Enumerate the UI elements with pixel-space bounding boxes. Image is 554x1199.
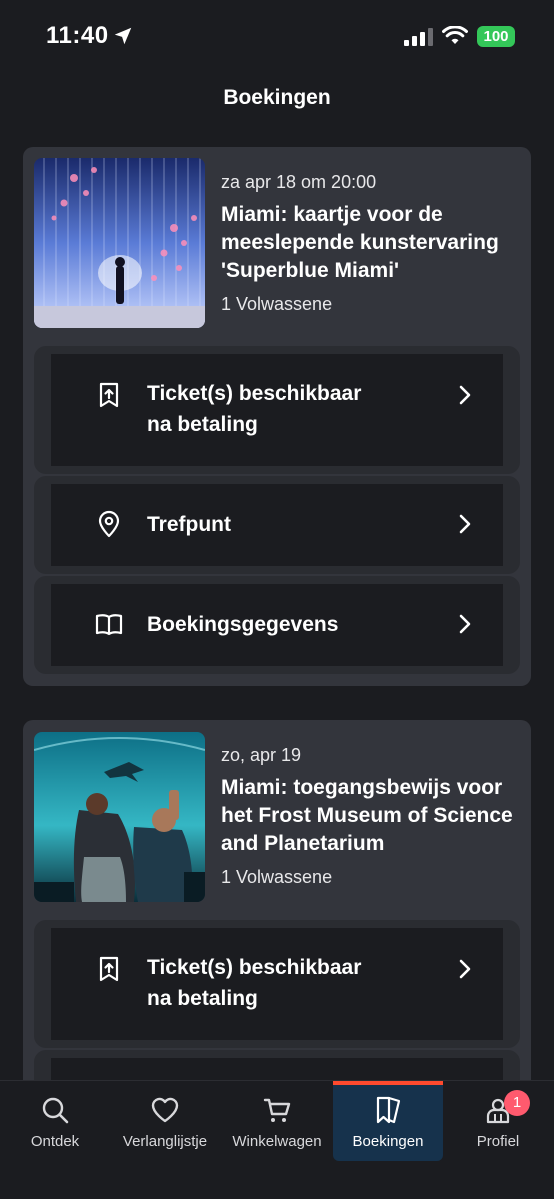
booking-quantity: 1 Volwassene bbox=[221, 294, 333, 314]
ticket-icon bbox=[99, 382, 119, 408]
booking-thumbnail[interactable] bbox=[34, 158, 205, 328]
booking-title[interactable]: Miami: kaartje voor de meeslepende kunst… bbox=[221, 201, 521, 285]
tickets-action[interactable]: Ticket(s) beschikbaar na betaling bbox=[34, 346, 520, 474]
booking-thumbnail[interactable] bbox=[34, 732, 205, 902]
page-title: Boekingen bbox=[223, 86, 331, 109]
booking-quantity: 1 Volwassene bbox=[221, 867, 333, 887]
booking-date: zo, apr 19 bbox=[221, 745, 302, 765]
chevron-right-icon bbox=[459, 514, 471, 534]
battery-indicator: 100 bbox=[477, 26, 515, 47]
tab-boekingen[interactable]: Boekingen bbox=[333, 1081, 443, 1161]
heart-icon bbox=[151, 1097, 179, 1123]
cart-icon bbox=[263, 1098, 291, 1122]
tab-bar: Ontdek Verlanglijstje Winkelwagen Boekin… bbox=[0, 1080, 554, 1199]
booking-details-label: Boekingsgegevens bbox=[147, 613, 339, 636]
bookings-icon bbox=[376, 1096, 401, 1124]
book-icon bbox=[95, 614, 123, 636]
status-time: 11:40 bbox=[46, 22, 109, 49]
notification-badge: 1 bbox=[504, 1090, 530, 1116]
booking-details-action[interactable]: Boekingsgegevens bbox=[34, 576, 520, 674]
tickets-action[interactable]: Ticket(s) beschikbaar na betaling bbox=[34, 920, 520, 1048]
chevron-right-icon bbox=[459, 959, 471, 979]
status-bar: 11:40 100 bbox=[0, 0, 554, 74]
tab-label: Ontdek bbox=[30, 1133, 80, 1150]
search-icon bbox=[42, 1097, 69, 1124]
ticket-icon bbox=[99, 956, 119, 982]
signal-icon bbox=[404, 28, 433, 46]
wifi-icon bbox=[442, 26, 468, 44]
tab-winkelwagen[interactable]: Winkelwagen bbox=[222, 1081, 332, 1161]
active-tab-indicator bbox=[333, 1081, 443, 1085]
tab-label: Boekingen bbox=[352, 1133, 424, 1150]
tab-label: Winkelwagen bbox=[232, 1133, 322, 1150]
meeting-point-label: Trefpunt bbox=[147, 513, 231, 536]
location-pin-icon bbox=[98, 510, 120, 538]
tab-label: Verlanglijstje bbox=[122, 1133, 208, 1150]
tickets-action-label: Ticket(s) beschikbaar na betaling bbox=[147, 382, 362, 436]
booking-card: za apr 18 om 20:00 Miami: kaartje voor d… bbox=[23, 147, 531, 686]
location-arrow-icon bbox=[114, 27, 132, 45]
tab-label: Profiel bbox=[476, 1133, 520, 1150]
booking-date: za apr 18 om 20:00 bbox=[221, 172, 377, 192]
tickets-action-label: Ticket(s) beschikbaar na betaling bbox=[147, 956, 362, 1010]
chevron-right-icon bbox=[459, 385, 471, 405]
booking-title[interactable]: Miami: toegangsbewijs voor het Frost Mus… bbox=[221, 774, 521, 858]
booking-card: zo, apr 19 Miami: toegangsbewijs voor he… bbox=[23, 720, 531, 1090]
chevron-right-icon bbox=[459, 614, 471, 634]
meeting-point-action[interactable]: Trefpunt bbox=[34, 476, 520, 574]
tab-profiel[interactable]: 1 Profiel bbox=[443, 1081, 553, 1161]
tab-verlanglijstje[interactable]: Verlanglijstje bbox=[110, 1081, 220, 1161]
tab-ontdek[interactable]: Ontdek bbox=[0, 1081, 110, 1161]
